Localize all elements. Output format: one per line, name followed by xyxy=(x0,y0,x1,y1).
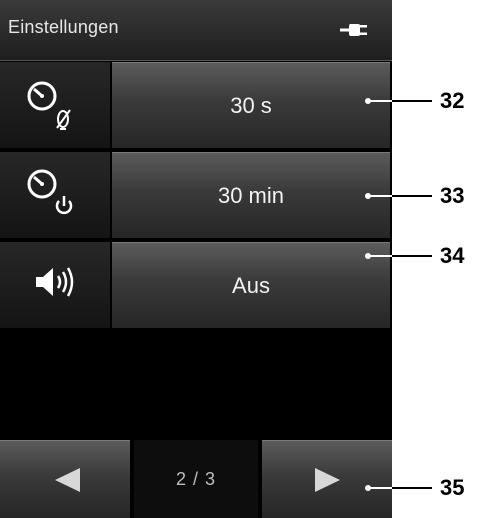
callout-lines xyxy=(365,98,432,491)
callout-label: 34 xyxy=(440,243,465,268)
callout-label: 33 xyxy=(440,183,465,208)
callout-label: 32 xyxy=(440,88,465,113)
callout-label: 35 xyxy=(440,475,465,500)
